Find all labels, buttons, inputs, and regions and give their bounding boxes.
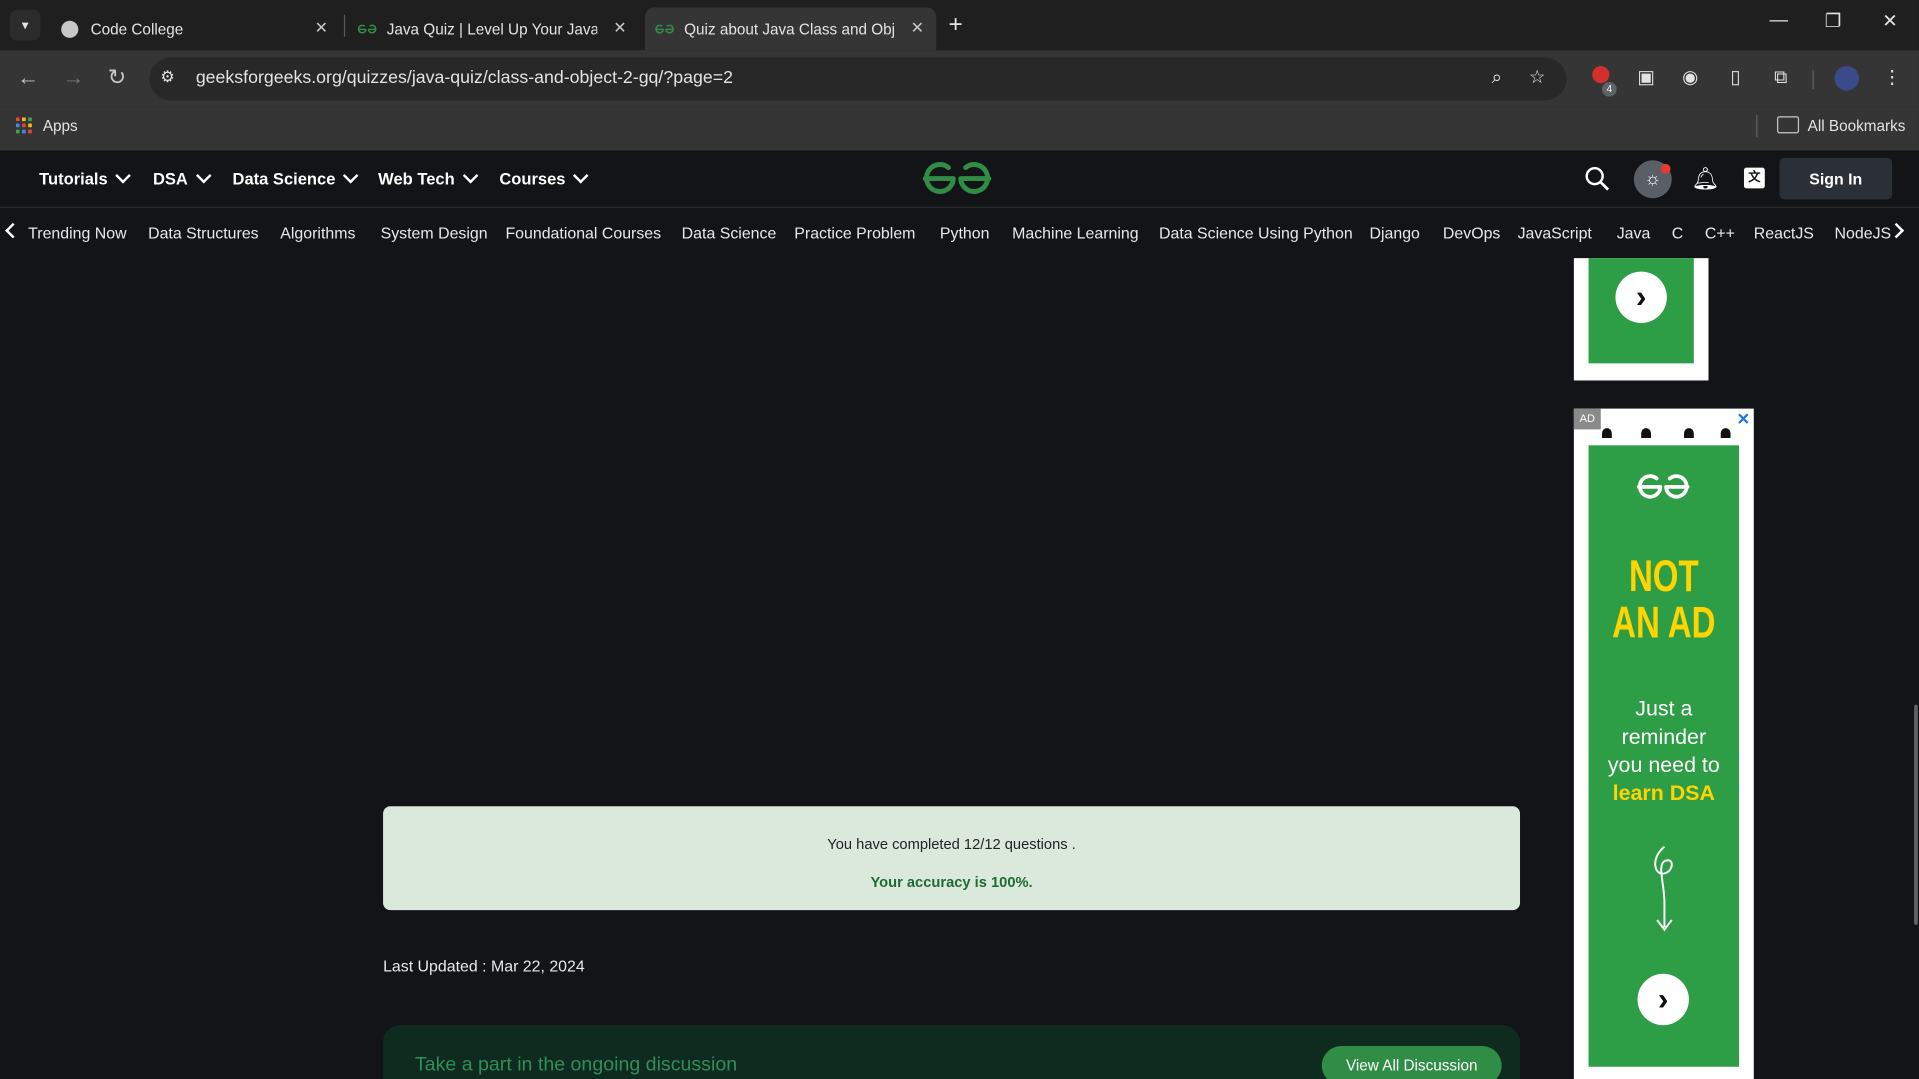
all-bookmarks-button[interactable]: All Bookmarks xyxy=(1808,117,1906,134)
ad-body-text: you need to xyxy=(1607,752,1720,777)
ad-body-text: Just a xyxy=(1635,696,1693,721)
ad-label: AD xyxy=(1573,408,1601,430)
subnav-item[interactable]: Python xyxy=(940,224,990,242)
menu-dots-icon[interactable]: ⋮ xyxy=(1880,66,1904,90)
arrow-right-icon: › xyxy=(1637,973,1689,1026)
extension-icon[interactable]: ◉ xyxy=(1678,66,1702,90)
subnav-item[interactable]: Foundational Courses xyxy=(505,224,661,242)
site-info-icon[interactable]: ⚙ xyxy=(160,67,182,89)
tab-java-class-object[interactable]: Quiz about Java Class and Object ✕ xyxy=(644,7,937,51)
completed-text: You have completed 12/12 questions . xyxy=(827,835,1076,853)
subnav-item[interactable]: JavaScript xyxy=(1518,224,1592,242)
forward-button[interactable]: → xyxy=(62,65,84,91)
subnav-item[interactable]: C xyxy=(1672,224,1683,242)
translate-icon[interactable]: 文 xyxy=(1743,167,1765,189)
subnav-item[interactable]: Machine Learning xyxy=(1012,224,1138,242)
notification-dot xyxy=(1660,163,1671,174)
subnav-item[interactable]: Practice Problem xyxy=(794,224,915,242)
nav-courses[interactable]: Courses xyxy=(499,167,589,188)
subnav-item[interactable]: NodeJS xyxy=(1835,224,1892,242)
accuracy-text: Your accuracy is 100%. xyxy=(870,873,1033,891)
extension-icon[interactable]: ▣ xyxy=(1634,66,1658,90)
extensions-puzzle-icon[interactable]: ⧉ xyxy=(1768,66,1792,90)
last-updated: Last Updated : Mar 22, 2024 xyxy=(383,956,585,976)
nav-data-science[interactable]: Data Science xyxy=(233,167,359,188)
view-all-discussion-button[interactable]: View All Discussion xyxy=(1321,1045,1502,1079)
reload-button[interactable]: ↻ xyxy=(108,65,126,91)
subnav-item[interactable]: Data Science xyxy=(682,224,777,242)
tab-title: Quiz about Java Class and Object xyxy=(684,20,895,38)
subnav-item[interactable]: ReactJS xyxy=(1754,224,1814,242)
page-scrollbar-thumb[interactable] xyxy=(1914,704,1918,925)
extension-badge: 4 xyxy=(1602,81,1617,97)
subnav-item[interactable]: System Design xyxy=(381,224,488,242)
chevron-down-icon: ▾ xyxy=(21,18,29,34)
back-button[interactable]: ← xyxy=(17,65,39,91)
sun-icon: ☼ xyxy=(1644,168,1662,190)
tab-divider xyxy=(343,14,346,37)
pushpin-decoration xyxy=(1598,426,1733,438)
gfg-favicon-icon xyxy=(655,24,674,33)
gfg-logo[interactable] xyxy=(920,160,993,203)
nav-dsa[interactable]: DSA xyxy=(153,167,211,188)
squiggle-arrow-decoration xyxy=(1642,834,1686,945)
url-text[interactable]: geeksforgeeks.org/quizzes/java-quiz/clas… xyxy=(196,69,733,89)
bookmark-star-icon[interactable]: ☆ xyxy=(1525,66,1549,90)
chevron-down-icon xyxy=(572,167,589,184)
tab-title: Code College xyxy=(90,20,184,38)
close-icon[interactable]: ✕ xyxy=(911,18,924,38)
ad-close-icon[interactable]: ✕ xyxy=(1737,410,1750,430)
zoom-icon[interactable]: ⌕ xyxy=(1485,66,1509,90)
minimize-button[interactable]: — xyxy=(1770,10,1788,31)
subnav-item[interactable]: Data Science Using Python xyxy=(1159,224,1353,242)
chevron-down-icon xyxy=(195,167,211,184)
tab-search-button[interactable]: ▾ xyxy=(9,9,41,41)
subnav-item[interactable]: DevOps xyxy=(1443,224,1500,242)
apps-bookmark[interactable]: Apps xyxy=(43,117,78,134)
ad-body-highlight: learn DSA xyxy=(1612,780,1715,805)
chevron-down-icon xyxy=(462,167,478,184)
ad-banner-fill: NOT AN AD Just a reminder you need to le… xyxy=(1588,445,1740,1067)
device-icon[interactable]: ▯ xyxy=(1723,66,1747,90)
toolbar-divider xyxy=(1812,69,1814,90)
tab-title: Java Quiz | Level Up Your Java Skills xyxy=(386,20,598,38)
folder-icon xyxy=(1777,116,1800,134)
quiz-result-box: You have completed 12/12 questions . You… xyxy=(383,806,1521,911)
nav-web-tech[interactable]: Web Tech xyxy=(378,167,478,188)
ad-banner-fill: › xyxy=(1588,258,1694,364)
nav-tutorials[interactable]: Tutorials xyxy=(39,167,131,188)
subnav-item[interactable]: Django xyxy=(1369,224,1419,242)
subnav-item[interactable]: C++ xyxy=(1705,224,1735,242)
close-window-button[interactable]: ✕ xyxy=(1882,10,1897,32)
bookmarks-bar xyxy=(0,106,1919,151)
bell-icon[interactable]: 🔔︎ xyxy=(1691,166,1719,192)
subnav-item[interactable]: Data Structures xyxy=(148,224,259,242)
apps-grid-icon xyxy=(15,117,33,140)
tab-java-quiz[interactable]: Java Quiz | Level Up Your Java Skills ✕ xyxy=(348,7,639,50)
restore-button[interactable]: ❐ xyxy=(1825,10,1841,32)
subnav-item[interactable]: Java xyxy=(1617,224,1651,242)
chevron-down-icon xyxy=(342,167,359,184)
ad-banner-side[interactable]: NOT AN AD Just a reminder you need to le… xyxy=(1573,408,1754,1079)
subnav-item[interactable]: Algorithms xyxy=(280,224,355,242)
gfg-favicon-icon xyxy=(357,24,377,33)
gfg-logo xyxy=(1635,472,1691,507)
ad-headline: AN AD xyxy=(1612,596,1716,648)
close-icon[interactable]: ✕ xyxy=(315,18,328,38)
sign-in-button[interactable]: Sign In xyxy=(1779,157,1893,200)
tab-code-college[interactable]: Code College ✕ xyxy=(49,7,340,50)
ad-banner-top[interactable]: › xyxy=(1573,258,1709,381)
chevron-down-icon xyxy=(115,167,131,184)
search-icon[interactable] xyxy=(1584,165,1611,192)
close-icon[interactable]: ✕ xyxy=(613,18,626,38)
profile-avatar[interactable] xyxy=(1834,66,1860,91)
subnav-item[interactable]: Trending Now xyxy=(28,224,126,242)
page-scrollbar-track xyxy=(1912,258,1919,1079)
discussion-prompt: Take a part in the ongoing discussion xyxy=(414,1054,738,1076)
arrow-right-icon: › xyxy=(1615,271,1667,323)
bookmarks-divider xyxy=(1756,114,1758,138)
new-tab-button[interactable]: + xyxy=(948,11,962,38)
ad-body-text: reminder xyxy=(1621,724,1707,749)
globe-icon xyxy=(61,20,79,38)
